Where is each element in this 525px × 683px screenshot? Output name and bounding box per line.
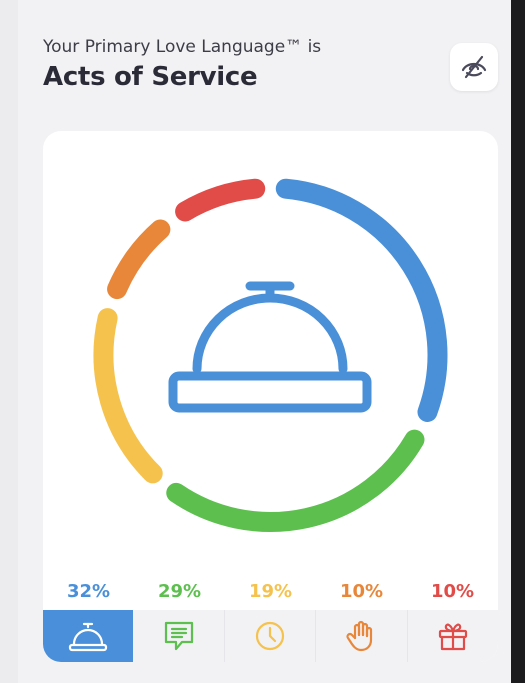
percent-label-quality-time: 19% bbox=[248, 581, 293, 602]
service-bell-icon bbox=[69, 622, 108, 652]
donut-slice-quality-time bbox=[93, 308, 163, 484]
gift-icon bbox=[438, 623, 467, 651]
hand-icon bbox=[346, 620, 373, 652]
donut-slice-receiving-gifts bbox=[175, 178, 266, 222]
result-title: Acts of Service bbox=[43, 62, 258, 92]
percentages-row: 32% 29% 19% 10% 10% bbox=[43, 581, 498, 607]
percent-label-acts-of-service: 32% bbox=[66, 581, 111, 602]
result-subtitle: Your Primary Love Language™ is bbox=[43, 37, 322, 57]
chat-icon bbox=[164, 621, 193, 651]
tab-acts-of-service[interactable] bbox=[43, 610, 134, 662]
donut-slice-words-of-affirmation bbox=[166, 429, 425, 532]
tab-physical-touch[interactable] bbox=[316, 610, 408, 662]
tab-words-of-affirmation[interactable] bbox=[133, 610, 225, 662]
service-bell-icon bbox=[168, 281, 372, 413]
love-language-donut-chart bbox=[93, 178, 448, 532]
results-card: 32% 29% 19% 10% 10% bbox=[43, 131, 498, 662]
percent-label-words-of-affirmation: 29% bbox=[157, 581, 202, 602]
hide-button[interactable] bbox=[450, 43, 498, 91]
eye-off-icon bbox=[461, 55, 487, 79]
percent-label-physical-touch: 10% bbox=[339, 581, 384, 602]
donut-slice-physical-touch bbox=[107, 219, 171, 300]
love-language-tabs bbox=[43, 610, 498, 662]
tab-quality-time[interactable] bbox=[225, 610, 317, 662]
percent-label-receiving-gifts: 10% bbox=[430, 581, 475, 602]
results-screen: Your Primary Love Language™ is Acts of S… bbox=[0, 0, 511, 683]
tab-receiving-gifts[interactable] bbox=[408, 610, 498, 662]
clock-icon bbox=[255, 621, 285, 651]
